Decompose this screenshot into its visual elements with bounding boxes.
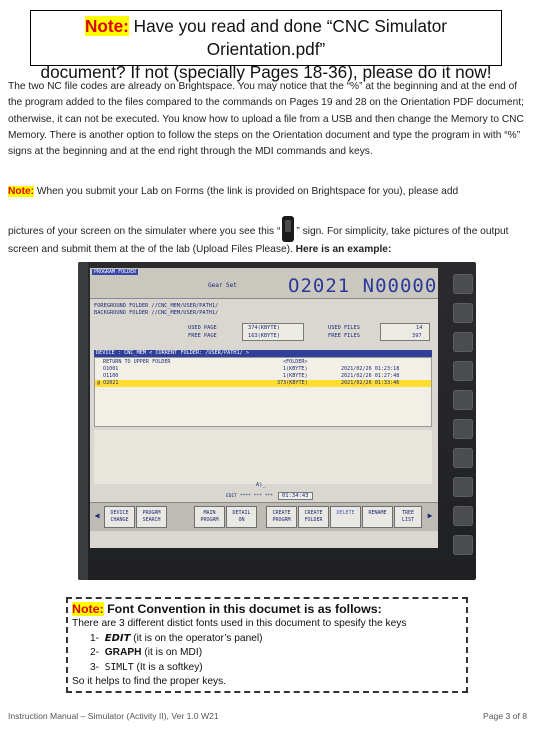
softkey-delete[interactable]: DELETE bbox=[330, 506, 361, 528]
file-list: RETURN TO UPPER FOLDER <FOLDER> O1001 1(… bbox=[94, 357, 432, 427]
file-size: <FOLDER> bbox=[283, 359, 308, 365]
orientation-notice-banner: Note: Have you read and done “CNC Simula… bbox=[30, 10, 502, 82]
hardware-key[interactable] bbox=[453, 390, 473, 410]
submission-note-label: Note: bbox=[8, 186, 35, 197]
hardware-key[interactable] bbox=[453, 361, 473, 381]
banner-line-1: Note: Have you read and done “CNC Simula… bbox=[31, 15, 501, 61]
file-date: 2021/02/26 01:23:18 bbox=[341, 366, 400, 372]
softkey-prev-arrow[interactable]: ◀ bbox=[92, 506, 102, 528]
softkey-create-program[interactable]: CREATE PROGRM bbox=[266, 506, 297, 528]
used-files-value: 14 bbox=[416, 325, 423, 331]
hardware-key[interactable] bbox=[453, 448, 473, 468]
font-convention-closing: So it helps to find the proper keys. bbox=[72, 676, 227, 687]
phone-sign-icon bbox=[282, 216, 295, 242]
softkey-main-program[interactable]: MAIN PROGRM bbox=[194, 506, 225, 528]
font-convention-item-2: 2- GRAPH (it is on MDI) bbox=[90, 647, 203, 658]
softkey-bar: ◀ DEVICE CHANGE PROGRM SEARCH MAIN PROGRM D… bbox=[90, 502, 438, 531]
softkey-rename[interactable]: RENAME bbox=[362, 506, 393, 528]
file-name: O1001 bbox=[103, 366, 119, 372]
softkey-device-change[interactable]: DEVICE CHANGE bbox=[104, 506, 135, 528]
hardware-key[interactable] bbox=[453, 506, 473, 526]
submission-note-text-2a: pictures of your screen on the simulater… bbox=[8, 226, 281, 237]
used-page-label: USED PAGE bbox=[188, 325, 217, 331]
screen-header: PROGRAM FOLDER Gear Set O2021 N00000 bbox=[90, 268, 438, 299]
softkey-create-folder[interactable]: CREATE FOLDER bbox=[298, 506, 329, 528]
file-size: 1(KBYTE) bbox=[283, 373, 308, 379]
used-files-label: USED FILES bbox=[328, 325, 360, 331]
hardware-key[interactable] bbox=[453, 419, 473, 439]
free-files-value: 397 bbox=[412, 333, 422, 339]
hardware-key-column bbox=[450, 274, 476, 564]
input-prompt[interactable]: A)_ bbox=[256, 482, 266, 488]
font-convention-box: Note: Font Convention in this documet is… bbox=[66, 597, 468, 693]
font-convention-note-label: Note: bbox=[72, 602, 104, 616]
file-date: 2021/02/26 01:27:48 bbox=[341, 373, 400, 379]
file-row[interactable]: RETURN TO UPPER FOLDER <FOLDER> bbox=[95, 359, 431, 366]
used-page-value: 374(KBYTE) bbox=[248, 325, 280, 331]
footer-manual-title: Instruction Manual – Simulator (Activity… bbox=[8, 711, 219, 721]
file-row-selected[interactable]: @ O2021 373(KBYTE) 2021/02/26 01:33:46 bbox=[95, 380, 431, 387]
file-counts-box bbox=[380, 323, 430, 341]
screen-title: PROGRAM FOLDER bbox=[92, 269, 139, 275]
graph-key-sample: GRAPH bbox=[104, 647, 142, 658]
file-size: 1(KBYTE) bbox=[283, 366, 308, 372]
submission-note-line-1: Note: When you submit your Lab on Forms … bbox=[8, 184, 528, 200]
device-bar: DEVICE : CNC_MEM < CURRENT FOLDER: /USER… bbox=[94, 350, 432, 357]
hardware-key[interactable] bbox=[453, 535, 473, 555]
file-name: O1100 bbox=[103, 373, 119, 379]
banner-line-1-text: Have you read and done “CNC Simulator Or… bbox=[128, 16, 448, 59]
foreground-folder: FOREGROUND FOLDER //CNC_MEM/USER/PATH1/ bbox=[94, 303, 219, 309]
hardware-key[interactable] bbox=[453, 303, 473, 323]
submission-note-body: pictures of your screen on the simulater… bbox=[8, 216, 528, 258]
font-convention-intro: There are 3 different distict fonts used… bbox=[72, 618, 407, 629]
font-convention-item-3: 3- SIMLT (It is a softkey) bbox=[90, 661, 203, 673]
cnc-screen-photo: PROGRAM FOLDER Gear Set O2021 N00000 FOR… bbox=[78, 262, 476, 580]
screen-mode: Gear Set bbox=[208, 282, 237, 289]
file-row[interactable]: O1100 1(KBYTE) 2021/02/26 01:27:48 bbox=[95, 373, 431, 380]
file-size: 373(KBYTE) bbox=[277, 380, 308, 386]
file-date: 2021/02/26 01:33:46 bbox=[341, 380, 400, 386]
free-page-label: FREE PAGE bbox=[188, 333, 217, 339]
file-name: RETURN TO UPPER FOLDER bbox=[103, 359, 171, 365]
banner-note-label: Note: bbox=[84, 16, 129, 36]
file-row[interactable]: O1001 1(KBYTE) 2021/02/26 01:23:18 bbox=[95, 366, 431, 373]
example-label: Here is an example: bbox=[295, 244, 392, 255]
edit-key-sample: EDIT bbox=[104, 632, 131, 644]
font-convention-heading: Note: Font Convention in this documet is… bbox=[72, 602, 382, 616]
intro-paragraph: The two NC file codes are already on Bri… bbox=[8, 81, 524, 158]
background-folder: BACKGROUND FOLDER //CNC_MEM/USER/PATH1/ bbox=[94, 310, 219, 316]
footer-page-number: Page 3 of 8 bbox=[483, 711, 527, 721]
cnc-display: PROGRAM FOLDER Gear Set O2021 N00000 FOR… bbox=[90, 268, 438, 548]
free-files-label: FREE FILES bbox=[328, 333, 360, 339]
file-name: @ O2021 bbox=[97, 380, 119, 386]
free-page-value: 163(KBYTE) bbox=[248, 333, 280, 339]
font-convention-item-1: 1- EDIT (it is on the operator’s panel) bbox=[90, 632, 263, 644]
hardware-key[interactable] bbox=[453, 477, 473, 497]
screen-lower-area bbox=[94, 430, 432, 484]
screen-bezel-left bbox=[78, 262, 88, 580]
softkey-program-search[interactable]: PROGRM SEARCH bbox=[136, 506, 167, 528]
screen-clock: 01:34:43 bbox=[278, 492, 313, 500]
softkey-tree-list[interactable]: TREE LIST bbox=[394, 506, 422, 528]
softkey-next-arrow[interactable]: ▶ bbox=[424, 506, 436, 528]
edit-status: EDIT **** *** *** bbox=[226, 494, 274, 499]
program-number: O2021 N00000 bbox=[288, 275, 438, 297]
hardware-key[interactable] bbox=[453, 274, 473, 294]
softkey-detail-on[interactable]: DETAIL ON bbox=[226, 506, 257, 528]
hardware-key[interactable] bbox=[453, 332, 473, 352]
submission-note-text-1: When you submit your Lab on Forms (the l… bbox=[34, 186, 459, 197]
simlt-key-sample: SIMLT bbox=[104, 661, 134, 673]
